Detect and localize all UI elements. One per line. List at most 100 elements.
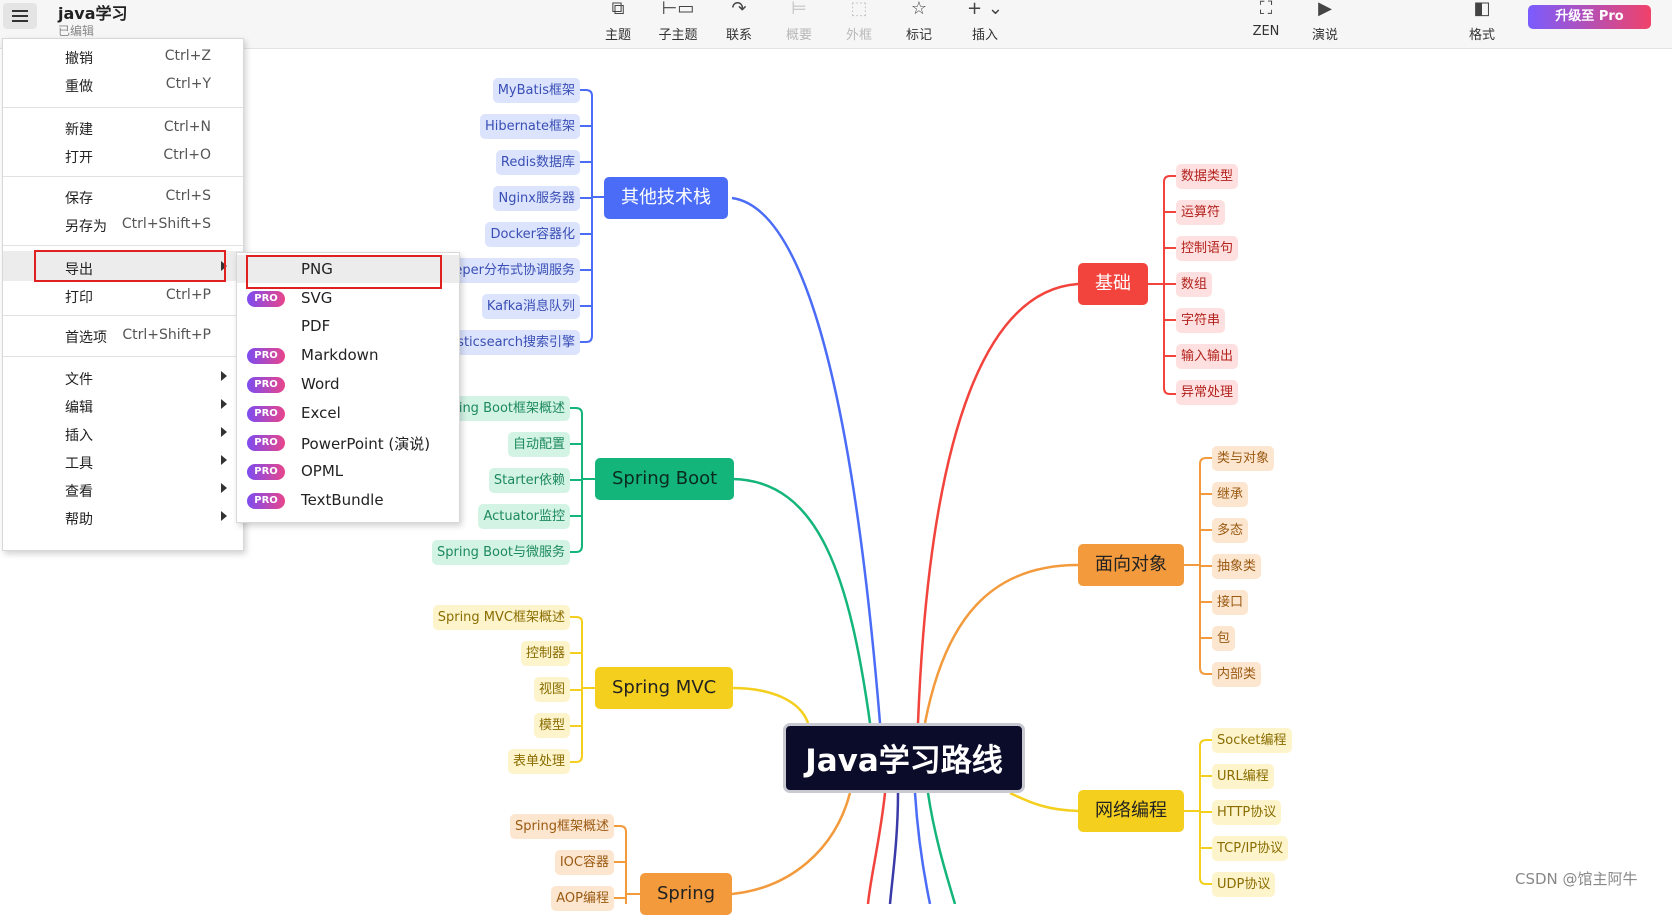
- leaf-url[interactable]: URL编程: [1212, 764, 1274, 789]
- leaf-arrays[interactable]: 数组: [1176, 272, 1213, 297]
- export-item-label: Excel: [301, 404, 341, 422]
- pro-badge: PRO: [247, 406, 285, 422]
- subtopic-icon: ⊢▭: [661, 0, 695, 19]
- branch-spring[interactable]: Spring: [640, 873, 733, 915]
- leaf-autoconfig[interactable]: 自动配置: [507, 432, 570, 457]
- menu-item-save-as[interactable]: 另存为 Ctrl+Shift+S: [3, 211, 243, 237]
- export-opml[interactable]: PRO OPML: [237, 457, 459, 485]
- menu-item-open[interactable]: 打开 Ctrl+O: [3, 142, 243, 168]
- menu-item-new[interactable]: 新建 Ctrl+N: [3, 114, 243, 140]
- branch-oop[interactable]: 面向对象: [1078, 544, 1184, 586]
- leaf-mybatis[interactable]: MyBatis框架: [492, 78, 580, 103]
- leaf-data-types[interactable]: 数据类型: [1176, 164, 1239, 189]
- leaf-strings[interactable]: 字符串: [1176, 308, 1226, 333]
- leaf-polymorphism[interactable]: 多态: [1212, 518, 1249, 543]
- toolbar-pitch-button[interactable]: ▶ 演说: [1295, 0, 1355, 46]
- leaf-springboot-microservice[interactable]: Spring Boot与微服务: [431, 540, 570, 565]
- menu-item-save[interactable]: 保存 Ctrl+S: [3, 183, 243, 209]
- branch-spring-mvc[interactable]: Spring MVC: [595, 667, 734, 709]
- menu-item-redo[interactable]: 重做 Ctrl+Y: [3, 71, 243, 97]
- export-item-label: Markdown: [301, 346, 379, 364]
- upgrade-pro-button[interactable]: 升级至 Pro: [1528, 5, 1651, 29]
- toolbar-relationship-button[interactable]: ↷ 联系: [709, 0, 769, 46]
- toolbar-summary-button[interactable]: ⊨ 概要: [769, 0, 829, 46]
- watermark: CSDN @馆主阿牛: [1515, 870, 1638, 888]
- menu-item-label: 打印: [65, 290, 93, 306]
- leaf-tcpip[interactable]: TCP/IP协议: [1212, 836, 1289, 861]
- leaf-exceptions[interactable]: 异常处理: [1176, 380, 1239, 405]
- toolbar-marker-button[interactable]: ☆ 标记: [889, 0, 949, 46]
- leaf-kafka[interactable]: Kafka消息队列: [481, 294, 580, 319]
- branch-spring-boot[interactable]: Spring Boot: [595, 458, 735, 500]
- menu-item-label: 插入: [65, 428, 93, 444]
- connector-central-down2: [888, 792, 900, 904]
- leaf-hibernate[interactable]: Hibernate框架: [479, 114, 580, 139]
- toolbar-boundary-button[interactable]: ⬚ 外框: [829, 0, 889, 46]
- branch-basics[interactable]: 基础: [1078, 263, 1148, 305]
- pro-badge: PRO: [247, 464, 285, 480]
- export-textbundle[interactable]: PRO TextBundle: [237, 486, 459, 514]
- submenu-arrow-icon: [221, 399, 227, 409]
- leaf-control-statements[interactable]: 控制语句: [1176, 236, 1239, 261]
- leaf-socket[interactable]: Socket编程: [1212, 728, 1292, 753]
- leaf-nginx[interactable]: Nginx服务器: [493, 186, 580, 211]
- leaf-io[interactable]: 输入输出: [1176, 344, 1239, 369]
- document-title[interactable]: java学习: [58, 0, 128, 24]
- menu-item-help[interactable]: 帮助: [3, 504, 243, 530]
- branch-network[interactable]: 网络编程: [1078, 790, 1184, 832]
- leaf-spring-overview[interactable]: Spring框架概述: [510, 814, 614, 839]
- menu-item-tools[interactable]: 工具: [3, 448, 243, 474]
- branch-other-tech[interactable]: 其他技术栈: [604, 177, 728, 219]
- leaf-inner-class[interactable]: 内部类: [1212, 662, 1262, 687]
- leaf-ioc[interactable]: IOC容器: [554, 850, 614, 875]
- toolbar-label: 格式: [1468, 28, 1495, 43]
- menu-item-preferences[interactable]: 首选项 Ctrl+Shift+P: [3, 322, 243, 348]
- leaf-http[interactable]: HTTP协议: [1212, 800, 1282, 825]
- menu-item-undo[interactable]: 撤销 Ctrl+Z: [3, 43, 243, 69]
- leaf-package[interactable]: 包: [1212, 626, 1236, 651]
- leaf-controller[interactable]: 控制器: [520, 641, 570, 666]
- hamburger-menu-button[interactable]: [3, 3, 37, 29]
- menu-item-print[interactable]: 打印 Ctrl+P: [3, 282, 243, 308]
- leaf-inheritance[interactable]: 继承: [1212, 482, 1249, 507]
- menu-item-file[interactable]: 文件: [3, 364, 243, 390]
- leaf-starter[interactable]: Starter依赖: [488, 468, 570, 493]
- plus-icon: + ⌄: [967, 0, 1003, 19]
- menu-item-label: 编辑: [65, 400, 93, 416]
- leaf-abstract-class[interactable]: 抽象类: [1212, 554, 1262, 579]
- leaf-view[interactable]: 视图: [533, 677, 570, 702]
- central-topic[interactable]: Java学习路线: [783, 723, 1025, 793]
- toolbar-zen-button[interactable]: ⛶ ZEN: [1236, 0, 1296, 46]
- leaf-actuator[interactable]: Actuator监控: [478, 504, 570, 529]
- menu-item-edit[interactable]: 编辑: [3, 392, 243, 418]
- leaf-interface[interactable]: 接口: [1212, 590, 1249, 615]
- menu-item-view[interactable]: 查看: [3, 476, 243, 502]
- connector-central-network: [1009, 791, 1079, 813]
- leaf-operators[interactable]: 运算符: [1176, 200, 1226, 225]
- main-menu: 撤销 Ctrl+Z 重做 Ctrl+Y 新建 Ctrl+N 打开 Ctrl+O 保存 Ct…: [2, 38, 244, 551]
- menu-divider: [3, 315, 243, 316]
- leaf-docker[interactable]: Docker容器化: [485, 222, 580, 247]
- export-powerpoint[interactable]: PRO PowerPoint (演说): [237, 428, 459, 456]
- leaf-class-object[interactable]: 类与对象: [1212, 446, 1275, 471]
- leaf-redis[interactable]: Redis数据库: [495, 150, 580, 175]
- leaf-springmvc-overview[interactable]: Spring MVC框架概述: [432, 605, 570, 630]
- menu-divider: [3, 176, 243, 177]
- toolbar-insert-button[interactable]: + ⌄ 插入: [955, 0, 1015, 46]
- export-word[interactable]: PRO Word: [237, 370, 459, 398]
- toolbar-topic-button[interactable]: ⧉ 主题: [588, 0, 648, 46]
- menu-item-insert[interactable]: 插入: [3, 420, 243, 446]
- boundary-icon: ⬚: [850, 0, 868, 19]
- pitch-icon: ▶: [1318, 0, 1332, 19]
- leaf-udp[interactable]: UDP协议: [1212, 872, 1276, 897]
- leaf-model[interactable]: 模型: [533, 713, 570, 738]
- export-item-label: TextBundle: [301, 491, 384, 509]
- toolbar-format-button[interactable]: ◧ 格式: [1452, 0, 1512, 46]
- leaf-aop[interactable]: AOP编程: [551, 886, 614, 911]
- export-markdown[interactable]: PRO Markdown: [237, 341, 459, 369]
- menu-divider: [3, 107, 243, 108]
- toolbar-subtopic-button[interactable]: ⊢▭ 子主题: [648, 0, 708, 46]
- leaf-form-handling[interactable]: 表单处理: [507, 749, 570, 774]
- export-excel[interactable]: PRO Excel: [237, 399, 459, 427]
- export-pdf[interactable]: PDF: [237, 312, 459, 340]
